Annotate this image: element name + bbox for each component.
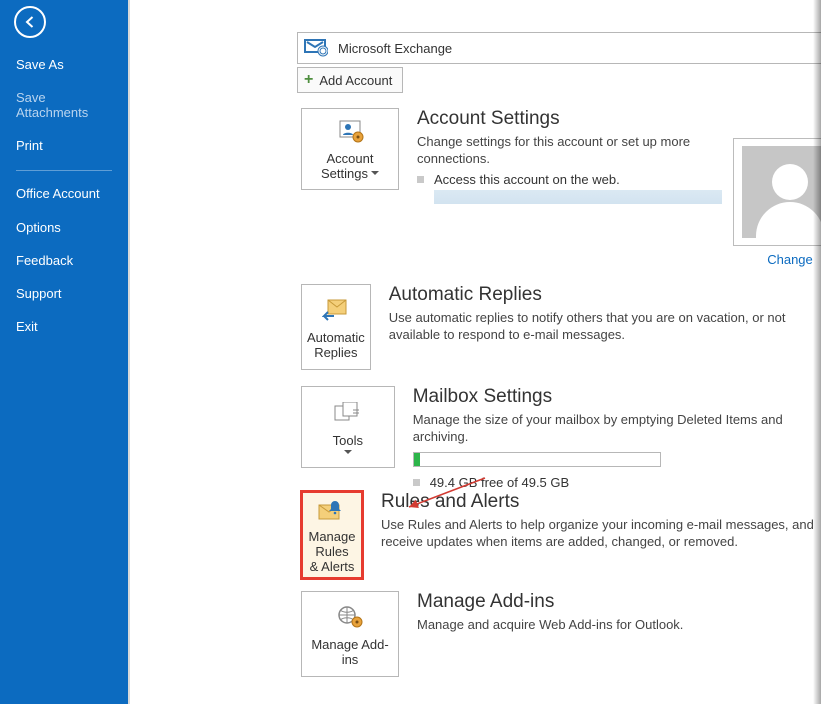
bullet-icon xyxy=(417,176,424,183)
section-addins: Manage Add- ins Manage Add-ins Manage an… xyxy=(301,591,683,677)
section-account-settings: Account Settings Account Settings Change… xyxy=(301,108,717,204)
nav-print[interactable]: Print xyxy=(0,129,128,162)
manage-addins-button[interactable]: Manage Add- ins xyxy=(301,591,399,677)
manage-rules-alerts-button[interactable]: Manage Rules & Alerts xyxy=(301,491,363,579)
back-arrow-icon xyxy=(22,14,38,30)
nav-feedback[interactable]: Feedback xyxy=(0,244,128,277)
account-settings-btn-l2: Settings xyxy=(321,166,368,181)
change-avatar-link[interactable]: Change xyxy=(767,252,813,267)
nav-options[interactable]: Options xyxy=(0,211,128,244)
bullet-icon xyxy=(413,479,420,486)
account-settings-title: Account Settings xyxy=(417,108,717,130)
avatar-placeholder-icon xyxy=(742,146,821,238)
addins-title: Manage Add-ins xyxy=(417,591,683,613)
nav-save-as[interactable]: Save As xyxy=(0,48,128,81)
storage-progress-fill xyxy=(414,453,420,466)
section-automatic-replies: Automatic Replies Automatic Replies Use … xyxy=(301,284,821,370)
section-rules-alerts: Manage Rules & Alerts Rules and Alerts U… xyxy=(301,491,821,579)
addins-btn-l2: ins xyxy=(342,652,359,667)
rules-btn-l1: Manage Rules xyxy=(306,529,358,559)
automatic-replies-btn-l2: Replies xyxy=(314,345,357,360)
chevron-down-icon xyxy=(344,450,352,458)
account-settings-btn-l1: Account xyxy=(327,151,374,166)
storage-free-text: 49.4 GB free of 49.5 GB xyxy=(430,475,569,490)
account-selector[interactable]: Microsoft Exchange xyxy=(297,32,821,64)
exchange-icon xyxy=(304,39,338,57)
account-settings-button[interactable]: Account Settings xyxy=(301,108,399,190)
addins-icon xyxy=(334,603,366,631)
tools-btn-label: Tools xyxy=(333,433,363,448)
automatic-replies-button[interactable]: Automatic Replies xyxy=(301,284,371,370)
avatar-block: Change xyxy=(733,138,821,267)
nav-save-attachments: Save Attachments xyxy=(0,81,128,129)
plus-icon: + xyxy=(304,71,313,89)
tools-button[interactable]: Tools xyxy=(301,386,395,468)
rules-alerts-title: Rules and Alerts xyxy=(381,491,821,513)
nav-exit[interactable]: Exit xyxy=(0,310,128,343)
nav-separator xyxy=(16,170,112,171)
rules-btn-l2: & Alerts xyxy=(310,559,355,574)
mailbox-settings-title: Mailbox Settings xyxy=(413,386,821,408)
account-web-link-redacted[interactable] xyxy=(434,190,722,204)
automatic-replies-icon xyxy=(320,296,352,324)
account-settings-icon xyxy=(334,119,366,145)
main-panel: Microsoft Exchange + Add Account Change … xyxy=(130,0,821,704)
section-mailbox-settings: Tools Mailbox Settings Manage the size o… xyxy=(301,386,821,490)
right-edge-shadow xyxy=(813,0,821,704)
addins-desc: Manage and acquire Web Add-ins for Outlo… xyxy=(417,617,683,634)
addins-btn-l1: Manage Add- xyxy=(311,637,388,652)
nav-support[interactable]: Support xyxy=(0,277,128,310)
mailbox-settings-desc: Manage the size of your mailbox by empty… xyxy=(413,412,821,446)
rules-alerts-icon xyxy=(316,499,348,523)
nav-office-account[interactable]: Office Account xyxy=(0,177,128,211)
back-button[interactable] xyxy=(14,6,46,38)
automatic-replies-btn-l1: Automatic xyxy=(307,330,365,345)
backstage-sidebar: Save As Save Attachments Print Office Ac… xyxy=(0,0,128,704)
tools-icon xyxy=(332,399,364,427)
account-web-access-text: Access this account on the web. xyxy=(434,172,722,187)
avatar-frame xyxy=(733,138,821,246)
automatic-replies-title: Automatic Replies xyxy=(389,284,821,306)
account-selector-label: Microsoft Exchange xyxy=(338,41,452,56)
account-settings-desc: Change settings for this account or set … xyxy=(417,134,717,168)
storage-progress-bar xyxy=(413,452,661,467)
automatic-replies-desc: Use automatic replies to notify others t… xyxy=(389,310,821,344)
add-account-label: Add Account xyxy=(319,73,392,88)
add-account-button[interactable]: + Add Account xyxy=(297,67,403,93)
rules-alerts-desc: Use Rules and Alerts to help organize yo… xyxy=(381,517,821,551)
chevron-down-icon xyxy=(371,171,379,179)
